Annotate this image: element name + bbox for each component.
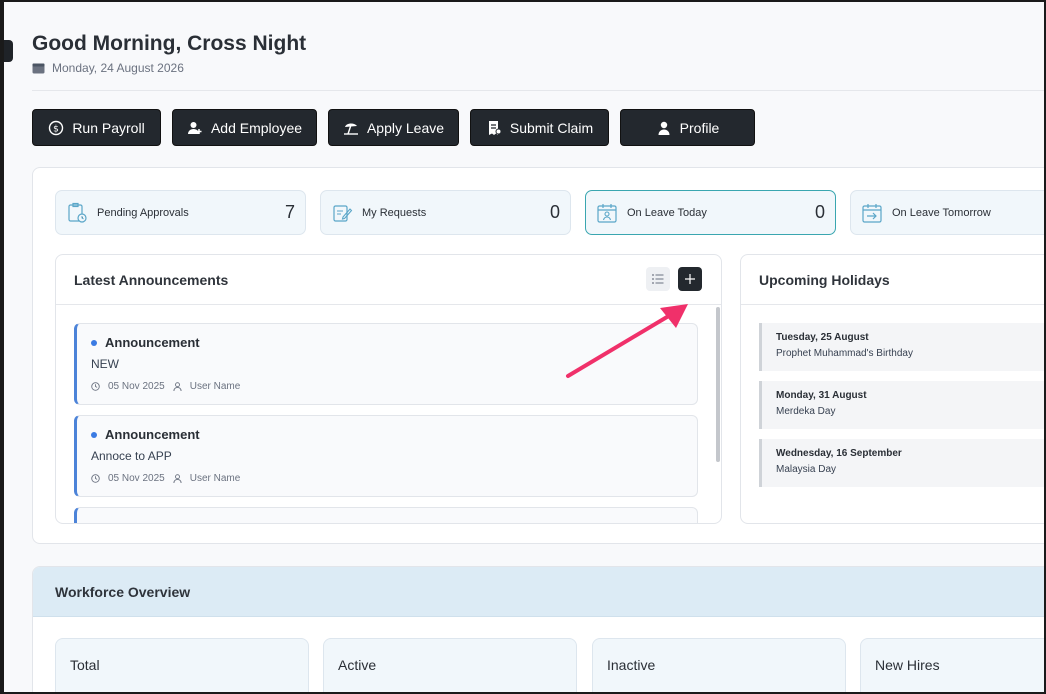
- apply-leave-button[interactable]: Apply Leave: [328, 109, 459, 146]
- current-date: Monday, 24 August 2026: [52, 61, 184, 75]
- receipt-icon: [488, 120, 502, 135]
- bullet-dot: [91, 431, 97, 438]
- user-outline-icon: [173, 474, 182, 483]
- edit-note-icon: [333, 204, 353, 222]
- announcements-card: Latest Announcements Announcement NEW 05…: [55, 254, 722, 524]
- dashboard-panel: Pending Approvals 7 My Requests 0 On Lea…: [32, 167, 1044, 544]
- date-row: Monday, 24 August 2026: [32, 61, 184, 75]
- add-announcement-button[interactable]: [678, 267, 702, 291]
- holidays-title: Upcoming Holidays: [741, 255, 1044, 305]
- workforce-new-hires[interactable]: New Hires: [860, 638, 1044, 692]
- submit-claim-button[interactable]: Submit Claim: [470, 109, 609, 146]
- clock-icon: [91, 382, 100, 391]
- list-icon: [652, 274, 664, 284]
- stat-on-leave-tomorrow[interactable]: On Leave Tomorrow: [850, 190, 1044, 235]
- calendar-user-icon: [597, 203, 617, 223]
- announcements-scrollbar[interactable]: [716, 307, 720, 462]
- stat-on-leave-today[interactable]: On Leave Today 0: [585, 190, 836, 235]
- dollar-circle-icon: $: [49, 120, 64, 135]
- announcement-item[interactable]: Announcement Annoce to APP 05 Nov 2025 U…: [74, 415, 698, 497]
- user-plus-icon: [187, 121, 202, 134]
- announcement-item[interactable]: Announcement NEW 05 Nov 2025 User Name: [74, 323, 698, 405]
- stat-pending-approvals[interactable]: Pending Approvals 7: [55, 190, 306, 235]
- app-frame: Good Morning, Cross Night Monday, 24 Aug…: [4, 2, 1044, 692]
- user-outline-icon: [173, 382, 182, 391]
- workforce-total[interactable]: Total: [55, 638, 309, 692]
- holidays-card: Upcoming Holidays Tuesday, 25 August Pro…: [740, 254, 1044, 524]
- announcement-item-partial[interactable]: [74, 507, 698, 523]
- page-title: Good Morning, Cross Night: [32, 32, 307, 55]
- calendar-arrow-icon: [862, 203, 882, 223]
- clipboard-clock-icon: [68, 202, 87, 223]
- announcements-title: Latest Announcements: [56, 255, 721, 305]
- plus-icon: [685, 274, 695, 284]
- run-payroll-button[interactable]: $ Run Payroll: [32, 109, 161, 146]
- list-view-button[interactable]: [646, 267, 670, 291]
- holiday-item: Tuesday, 25 August Prophet Muhammad's Bi…: [759, 323, 1044, 371]
- workforce-title: Workforce Overview: [33, 567, 1044, 617]
- workforce-overview: Workforce Overview Total Active Inactive…: [32, 566, 1044, 692]
- beach-umbrella-icon: [343, 122, 358, 135]
- workforce-active[interactable]: Active: [323, 638, 577, 692]
- svg-text:$: $: [53, 124, 59, 134]
- bullet-dot: [91, 339, 97, 346]
- clock-icon: [91, 474, 100, 483]
- header-divider: [32, 90, 1044, 91]
- sidebar-toggle[interactable]: [4, 40, 13, 62]
- holiday-item: Wednesday, 16 September Malaysia Day: [759, 439, 1044, 487]
- holiday-item: Monday, 31 August Merdeka Day: [759, 381, 1044, 429]
- calendar-icon: [32, 63, 45, 74]
- stat-my-requests[interactable]: My Requests 0: [320, 190, 571, 235]
- profile-button[interactable]: Profile: [620, 109, 755, 146]
- workforce-inactive[interactable]: Inactive: [592, 638, 846, 692]
- add-employee-button[interactable]: Add Employee: [172, 109, 317, 146]
- user-icon: [658, 121, 670, 135]
- quick-actions: $ Run Payroll Add Employee Apply Leave S…: [32, 109, 755, 146]
